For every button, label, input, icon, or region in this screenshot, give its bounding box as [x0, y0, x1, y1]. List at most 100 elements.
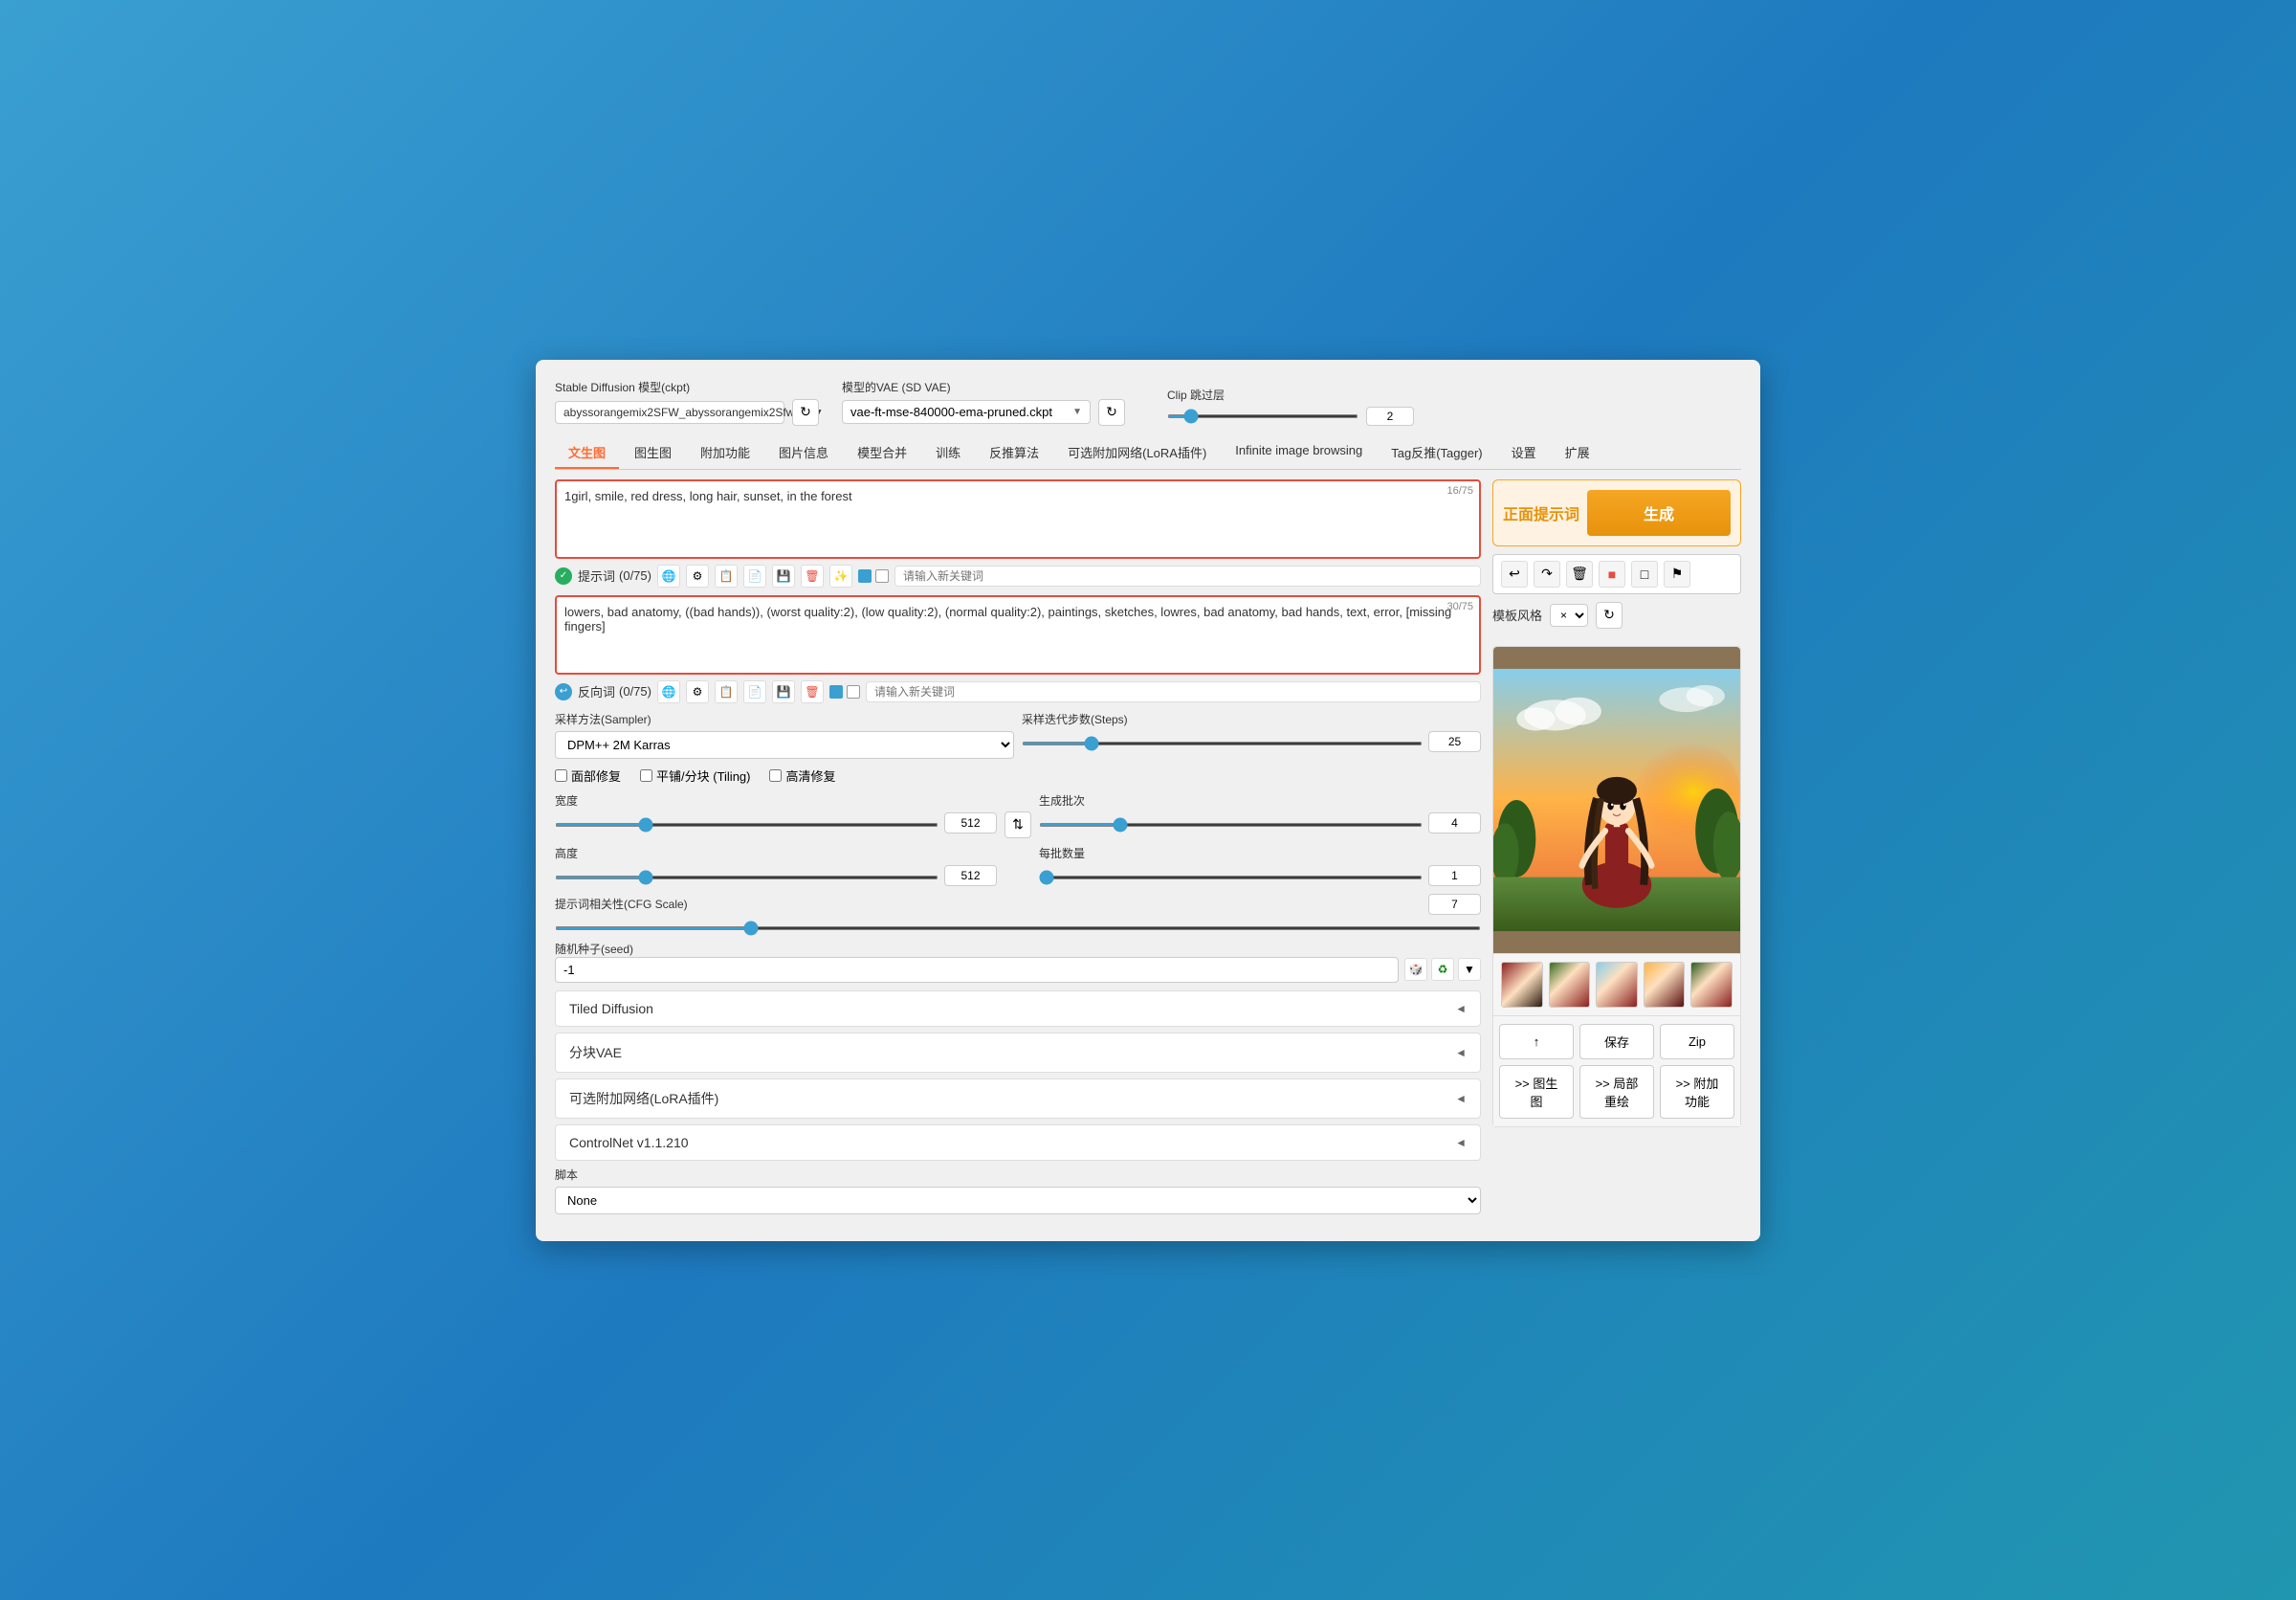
- script-select[interactable]: None: [555, 1187, 1481, 1214]
- swap-dimensions-btn[interactable]: ⇅: [1004, 811, 1031, 838]
- negative-prompt-toolbar: ↩ 反向词 (0/75) 🌐 ⚙ 📋 📄 💾 🗑: [555, 680, 1481, 703]
- to-img2img-btn[interactable]: >> 图生图: [1499, 1065, 1574, 1119]
- flag-btn[interactable]: ⚑: [1664, 561, 1690, 588]
- seed-random-btn[interactable]: 🎲: [1404, 958, 1427, 981]
- left-panel: 16/75 1girl, smile, red dress, long hair…: [555, 479, 1481, 1222]
- batch-count-label: 生成批次: [1039, 792, 1481, 809]
- share-btn[interactable]: ↑: [1499, 1024, 1574, 1059]
- neg-save-btn[interactable]: 💾: [772, 680, 795, 703]
- rotate-btn[interactable]: ↷: [1534, 561, 1560, 588]
- vae-refresh-btn[interactable]: ↻: [1098, 399, 1125, 426]
- back-btn[interactable]: ↩: [1501, 561, 1528, 588]
- model-refresh-btn[interactable]: ↻: [792, 399, 819, 426]
- thumbnail-4[interactable]: [1644, 962, 1686, 1008]
- tab-tagger[interactable]: Tag反推(Tagger): [1378, 437, 1495, 469]
- width-slider[interactable]: [555, 823, 938, 827]
- positive-circle-icon: ✓: [555, 567, 572, 585]
- tab-merge[interactable]: 模型合并: [844, 437, 920, 469]
- seed-input[interactable]: [555, 957, 1399, 983]
- batch-count-value: 4: [1428, 812, 1481, 833]
- negative-checkbox[interactable]: [829, 685, 843, 699]
- template-select[interactable]: ×: [1550, 604, 1588, 627]
- neg-globe-btn[interactable]: 🌐: [657, 680, 680, 703]
- positive-count: (0/75): [619, 568, 651, 583]
- clip-slider[interactable]: [1167, 414, 1358, 418]
- nav-tabs: 文生图 图生图 附加功能 图片信息 模型合并 训练 反推算法 可选附加网络(Lo…: [555, 437, 1741, 470]
- batch-size-value: 1: [1428, 865, 1481, 886]
- vae-section: 模型的VAE (SD VAE) vae-ft-mse-840000-ema-pr…: [842, 379, 1125, 426]
- red-square-btn[interactable]: ■: [1599, 561, 1625, 588]
- positive-keyword-input[interactable]: [894, 566, 1481, 587]
- prompt-save-btn[interactable]: 💾: [772, 565, 795, 588]
- model-select[interactable]: abyssorangemix2SFW_abyssorangemix2Sfw.sa…: [555, 401, 784, 424]
- generate-button[interactable]: 生成: [1587, 490, 1731, 536]
- sampler-select[interactable]: DPM++ 2M Karras: [555, 731, 1014, 759]
- thumbnail-3[interactable]: [1596, 962, 1638, 1008]
- model-section: Stable Diffusion 模型(ckpt) abyssorangemix…: [555, 379, 819, 426]
- tab-settings[interactable]: 设置: [1498, 437, 1550, 469]
- negative-count: (0/75): [619, 684, 651, 699]
- controlnet-header[interactable]: ControlNet v1.1.210 ◄: [556, 1125, 1480, 1160]
- positive-prompt-label: ✓ 提示词 (0/75): [555, 567, 651, 585]
- tiling-checkbox[interactable]: 平铺/分块 (Tiling): [640, 767, 750, 785]
- trash-btn[interactable]: 🗑: [1566, 561, 1593, 588]
- hires-checkbox[interactable]: 高清修复: [769, 767, 835, 785]
- lora-header[interactable]: 可选附加网络(LoRA插件) ◄: [556, 1079, 1480, 1118]
- negative-token-count: 30/75: [1446, 601, 1473, 612]
- save-btn[interactable]: 保存: [1579, 1024, 1654, 1059]
- tab-browse[interactable]: Infinite image browsing: [1222, 437, 1376, 469]
- neg-copy-btn[interactable]: 📋: [715, 680, 738, 703]
- extras-btn[interactable]: >> 附加功能: [1660, 1065, 1734, 1119]
- batch-count-slider[interactable]: [1039, 823, 1423, 827]
- prompt-paste-btn[interactable]: 📄: [743, 565, 766, 588]
- tab-extensions[interactable]: 扩展: [1552, 437, 1603, 469]
- zip-btn[interactable]: Zip: [1660, 1024, 1734, 1059]
- height-value: 512: [944, 865, 997, 886]
- prompt-magic-btn[interactable]: ✨: [829, 565, 852, 588]
- tiling-label: 平铺/分块 (Tiling): [656, 767, 750, 785]
- clip-section: Clip 跳过层 2: [1167, 387, 1414, 426]
- tab-reverse[interactable]: 反推算法: [976, 437, 1052, 469]
- positive-checkbox[interactable]: [858, 569, 872, 583]
- face-restore-checkbox[interactable]: 面部修复: [555, 767, 621, 785]
- batch-size-slider[interactable]: [1039, 876, 1423, 879]
- clip-value: 2: [1366, 407, 1414, 426]
- seed-dropdown-btn[interactable]: ▼: [1458, 958, 1481, 981]
- prompt-settings-btn[interactable]: ⚙: [686, 565, 709, 588]
- generated-image: [1493, 647, 1740, 953]
- thumbnail-2[interactable]: [1549, 962, 1591, 1008]
- tiled-diffusion-header[interactable]: Tiled Diffusion ◄: [556, 991, 1480, 1026]
- gray-square-btn[interactable]: □: [1631, 561, 1658, 588]
- height-slider[interactable]: [555, 876, 938, 879]
- vae-dropdown-arrow: ▼: [1072, 407, 1082, 417]
- tab-txt2img[interactable]: 文生图: [555, 437, 619, 469]
- negative-label-text: 反向词: [578, 682, 615, 700]
- tab-info[interactable]: 图片信息: [765, 437, 842, 469]
- template-refresh-btn[interactable]: ↻: [1596, 602, 1623, 629]
- thumbnail-5[interactable]: [1690, 962, 1733, 1008]
- controlnet-label: ControlNet v1.1.210: [569, 1135, 689, 1150]
- negative-keyword-input[interactable]: [866, 681, 1481, 702]
- positive-prompt-input[interactable]: 1girl, smile, red dress, long hair, suns…: [564, 489, 1471, 546]
- vae-header[interactable]: 分块VAE ◄: [556, 1033, 1480, 1072]
- vae-select[interactable]: vae-ft-mse-840000-ema-pruned.ckpt ▼: [842, 400, 1091, 424]
- negative-prompt-input[interactable]: lowers, bad anatomy, ((bad hands)), (wor…: [564, 605, 1471, 662]
- prompt-globe-btn[interactable]: 🌐: [657, 565, 680, 588]
- neg-paste-btn[interactable]: 📄: [743, 680, 766, 703]
- steps-slider[interactable]: [1022, 742, 1423, 745]
- neg-delete-btn[interactable]: 🗑: [801, 680, 824, 703]
- inpaint-btn[interactable]: >> 局部重绘: [1579, 1065, 1654, 1119]
- seed-recycle-btn[interactable]: ♻: [1431, 958, 1454, 981]
- tab-extra[interactable]: 附加功能: [687, 437, 763, 469]
- thumbnail-1[interactable]: [1501, 962, 1543, 1008]
- cfg-slider[interactable]: [555, 926, 1481, 930]
- tab-img2img[interactable]: 图生图: [621, 437, 685, 469]
- positive-checkbox2[interactable]: [875, 569, 889, 583]
- tab-train[interactable]: 训练: [922, 437, 974, 469]
- neg-settings-btn[interactable]: ⚙: [686, 680, 709, 703]
- prompt-delete-btn[interactable]: 🗑: [801, 565, 824, 588]
- batch-col: 生成批次 4 每批数量 1: [1039, 792, 1481, 886]
- negative-checkbox2[interactable]: [847, 685, 860, 699]
- tab-lora[interactable]: 可选附加网络(LoRA插件): [1054, 437, 1220, 469]
- prompt-copy-btn[interactable]: 📋: [715, 565, 738, 588]
